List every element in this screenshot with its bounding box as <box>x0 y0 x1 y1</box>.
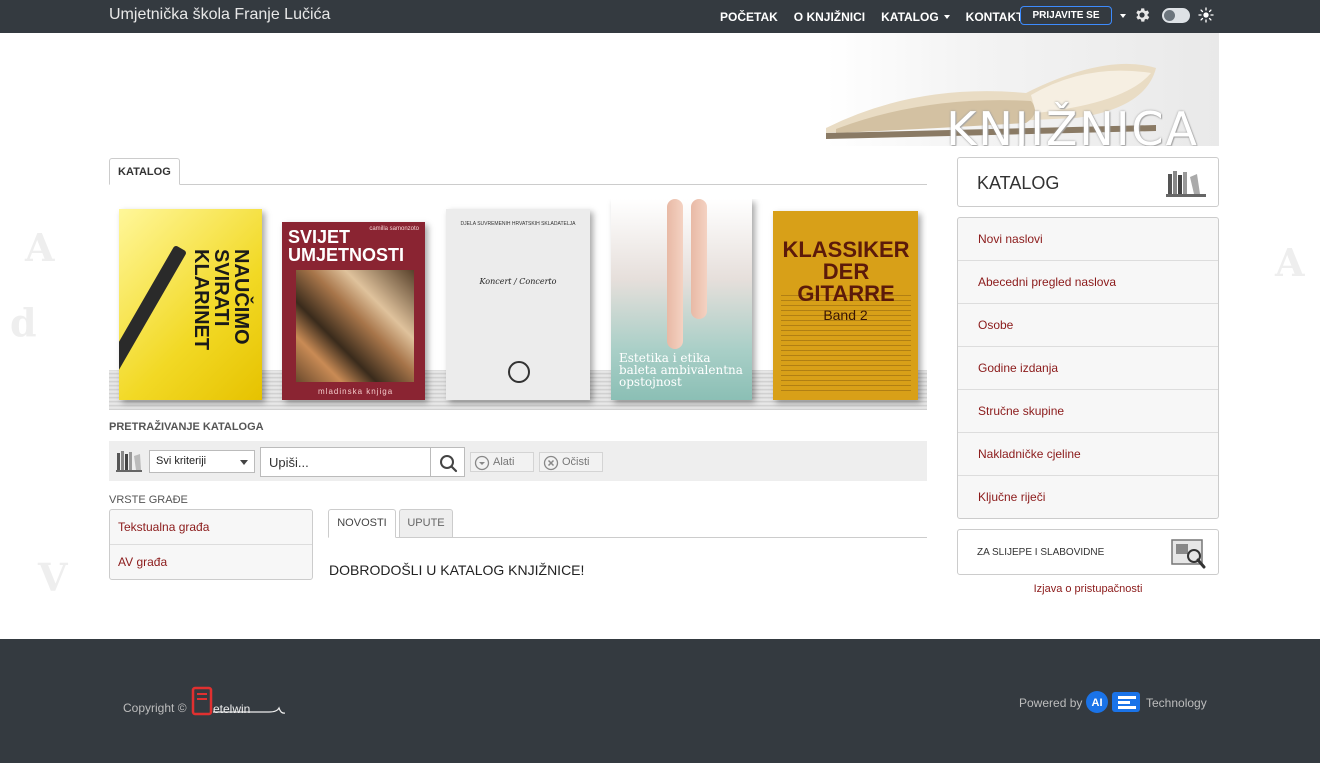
top-navbar: Umjetnička škola Franje Lučića POČETAK O… <box>0 0 1320 33</box>
accessibility-label: ZA SLIJEPE I SLABOVIDNE <box>977 547 1105 558</box>
book-title: SVIJET UMJETNOSTI <box>288 227 405 265</box>
clear-label: Očisti <box>562 456 590 468</box>
material-type-av[interactable]: AV građa <box>110 545 312 580</box>
search-icon <box>440 455 458 473</box>
catalog-sidebar-title: KATALOG <box>977 173 1060 193</box>
tab-upute[interactable]: UPUTE <box>399 509 453 538</box>
site-title[interactable]: Umjetnička škola Franje Lučića <box>109 6 330 24</box>
menu-item-kljucne-rijeci[interactable]: Ključne riječi <box>958 476 1218 519</box>
publisher-seal-icon <box>508 361 530 383</box>
art-mosaic-image <box>296 270 414 382</box>
book-title: NAUČIMO SVIRATI KLARINET <box>190 249 252 351</box>
menu-item-nakladnicke-cjeline[interactable]: Nakladničke cjeline <box>958 433 1218 476</box>
theme-toggle[interactable] <box>1162 8 1190 23</box>
book-carousel: NAUČIMO SVIRATI KLARINET SVIJET UMJETNOS… <box>109 199 927 410</box>
carousel-book[interactable]: SVIJET UMJETNOSTI camilla samonzoto mlad… <box>282 222 425 400</box>
background-decoration: V <box>38 555 68 600</box>
clarinet-image <box>119 244 188 374</box>
nav-item-pocetak[interactable]: POČETAK <box>720 10 778 24</box>
nav-item-o-knjiznici[interactable]: O KNJIŽNICI <box>794 10 865 24</box>
technology-text: Technology <box>1146 696 1207 710</box>
material-type-textual[interactable]: Tekstualna građa <box>110 510 312 545</box>
carousel-book[interactable]: KLASSIKER DER GITARRE Band 2 <box>773 211 918 400</box>
carousel-book[interactable]: Estetika i etika baleta ambivalentna ops… <box>611 199 752 400</box>
carousel-book[interactable]: NAUČIMO SVIRATI KLARINET <box>119 209 262 400</box>
material-types-label: VRSTE GRAĐE <box>109 494 188 506</box>
book-title: Estetika i etika baleta ambivalentna ops… <box>619 351 743 389</box>
ballet-leg-image <box>691 199 707 319</box>
copyright-text: Copyright © <box>123 701 187 715</box>
sun-icon <box>1198 7 1214 23</box>
menu-item-godine-izdanja[interactable]: Godine izdanja <box>958 347 1218 390</box>
book-author: camilla samonzoto <box>369 226 419 232</box>
book-title: KLASSIKER DER GITARRE <box>782 237 910 306</box>
accessibility-button[interactable]: ZA SLIJEPE I SLABOVIDNE <box>957 529 1219 575</box>
material-types-list: Tekstualna građa AV građa <box>109 509 313 580</box>
ballet-leg-image <box>667 199 683 349</box>
footer: Copyright © etelwin Powered by AI Techno… <box>0 639 1320 763</box>
login-button[interactable]: PRIJAVITE SE <box>1020 6 1112 25</box>
nav-item-kontakt[interactable]: KONTAKT <box>966 10 1024 24</box>
tab-novosti[interactable]: NOVOSTI <box>328 509 396 538</box>
bookshelf-icon <box>1166 171 1206 197</box>
powered-by-text: Powered by <box>1019 696 1083 710</box>
background-decoration: A <box>1275 240 1305 285</box>
nav-item-katalog-label: KATALOG <box>881 9 939 24</box>
welcome-message: DOBRODOŠLI U KATALOG KNJIŽNICE! <box>329 562 585 578</box>
search-section-label: PRETRAŽIVANJE KATALOGA <box>109 421 264 433</box>
search-input[interactable] <box>260 447 430 477</box>
book-subtitle: Band 2 <box>823 307 868 323</box>
metelwin-logo-text: etelwin <box>213 702 251 716</box>
book-series: DJELA SUVREMENIH HRVATSKIH SKLADATELJA <box>460 221 576 227</box>
tools-label: Alati <box>493 456 515 468</box>
catalog-sidebar-header: KATALOG <box>957 157 1219 207</box>
book-publisher: mladinska knjiga <box>318 387 394 396</box>
background-decoration: A <box>25 225 55 270</box>
menu-item-novi-naslovi[interactable]: Novi naslovi <box>958 218 1218 261</box>
search-bar: Svi kriteriji Alati Očisti <box>109 441 927 481</box>
login-dropdown-chevron-icon[interactable] <box>1120 14 1126 18</box>
menu-item-osobe[interactable]: Osobe <box>958 304 1218 347</box>
chevron-down-icon <box>240 460 248 465</box>
chevron-down-icon <box>943 15 950 20</box>
accessibility-statement-link[interactable]: Izjava o pristupačnosti <box>957 583 1219 595</box>
search-button[interactable] <box>430 447 465 477</box>
clear-icon <box>543 455 559 471</box>
ai-technology-logo[interactable]: AI <box>1085 689 1145 715</box>
clear-button[interactable]: Očisti <box>539 452 603 472</box>
criteria-selected-value: Svi kriteriji <box>156 455 207 467</box>
library-banner: KNJIŽNICA <box>826 33 1219 146</box>
news-tab-bar: NOVOSTI UPUTE <box>328 509 927 538</box>
criteria-select[interactable]: Svi kriteriji <box>149 450 255 473</box>
main-tab-bar: KATALOG <box>109 158 927 185</box>
bookshelf-icon <box>116 451 142 472</box>
menu-item-abecedni-pregled[interactable]: Abecedni pregled naslova <box>958 261 1218 304</box>
nav-item-katalog[interactable]: KATALOG <box>881 10 950 24</box>
main-navigation: POČETAK O KNJIŽNICI KATALOG KONTAKT <box>720 0 1039 33</box>
carousel-book[interactable]: DJELA SUVREMENIH HRVATSKIH SKLADATELJA K… <box>446 209 590 400</box>
background-decoration: d <box>10 300 37 345</box>
catalog-menu: Novi naslovi Abecedni pregled naslova Os… <box>957 217 1219 519</box>
tools-button[interactable]: Alati <box>470 452 534 472</box>
chevron-circle-down-icon <box>474 455 490 471</box>
sheet-music-image <box>781 291 911 391</box>
gear-icon[interactable] <box>1133 6 1151 24</box>
tab-katalog[interactable]: KATALOG <box>109 158 180 185</box>
book-title: Koncert / Concerto <box>479 277 557 286</box>
accessibility-book-icon <box>1171 539 1206 569</box>
menu-item-strucne-skupine[interactable]: Stručne skupine <box>958 390 1218 433</box>
banner-title: KNJIŽNICA <box>946 102 1199 146</box>
ai-badge-text: AI <box>1092 697 1103 709</box>
